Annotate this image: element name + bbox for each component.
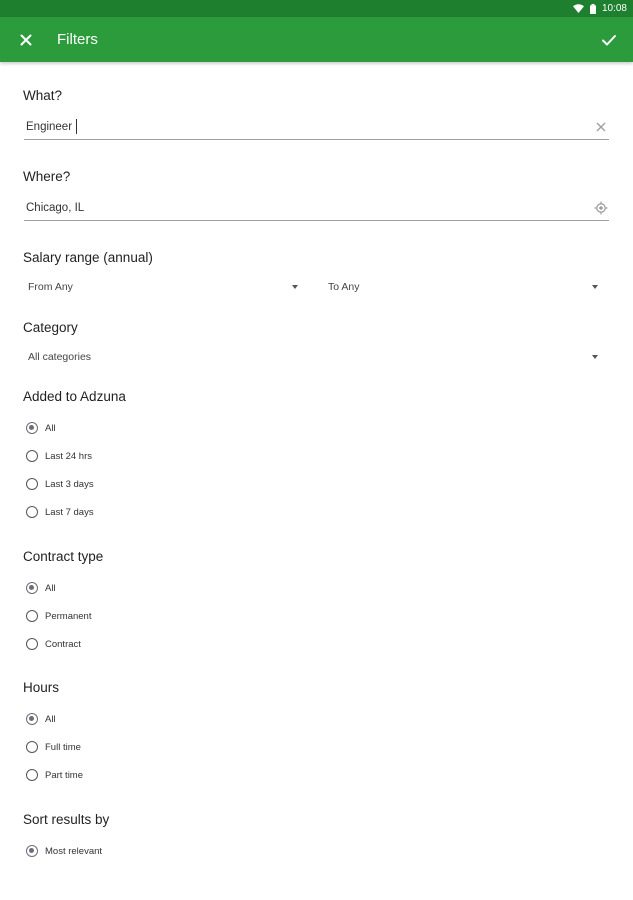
apply-filters-button[interactable]: [597, 28, 621, 52]
what-label: What?: [23, 88, 63, 103]
salary-to-value: To Any: [328, 281, 360, 293]
my-location-icon: [594, 201, 608, 215]
radio-unchecked[interactable]: [26, 478, 38, 490]
hours-option-all[interactable]: All: [26, 708, 56, 730]
my-location-button[interactable]: [594, 201, 608, 215]
contract-option-permanent[interactable]: Permanent: [26, 605, 91, 627]
added-label: Added to Adzuna: [23, 389, 126, 404]
page-title: Filters: [57, 31, 98, 48]
check-icon: [602, 35, 616, 46]
radio-label: Last 24 hrs: [45, 450, 92, 462]
radio-label: All: [45, 713, 56, 725]
clear-button[interactable]: [594, 120, 608, 134]
what-input[interactable]: [26, 117, 566, 137]
hours-option-full-time[interactable]: Full time: [26, 736, 81, 758]
radio-unchecked[interactable]: [26, 450, 38, 462]
battery-icon: [589, 3, 596, 14]
added-option-all[interactable]: All: [26, 417, 56, 439]
what-field[interactable]: [24, 117, 609, 140]
radio-label: Last 3 days: [45, 478, 94, 490]
wifi-icon: [572, 4, 584, 13]
clear-icon: [596, 122, 606, 132]
where-label: Where?: [23, 169, 71, 184]
salary-from-dropdown[interactable]: From Any: [23, 277, 308, 299]
added-option-24hrs[interactable]: Last 24 hrs: [26, 445, 92, 467]
where-field[interactable]: [24, 198, 609, 221]
text-cursor: [76, 119, 77, 134]
radio-checked[interactable]: [26, 422, 38, 434]
radio-unchecked[interactable]: [26, 638, 38, 650]
radio-label: Most relevant: [45, 845, 103, 857]
caret-down-icon: [592, 285, 598, 289]
radio-checked[interactable]: [26, 582, 38, 594]
contract-option-contract[interactable]: Contract: [26, 633, 81, 655]
radio-unchecked[interactable]: [26, 506, 38, 518]
sort-label: Sort results by: [23, 812, 110, 827]
where-input[interactable]: [26, 198, 566, 218]
radio-unchecked[interactable]: [26, 610, 38, 622]
caret-down-icon: [292, 285, 298, 289]
sort-option-most-relevant[interactable]: Most relevant: [26, 840, 102, 862]
radio-label: Permanent: [45, 610, 92, 622]
status-bar: 10:08: [0, 0, 633, 17]
salary-to-dropdown[interactable]: To Any: [323, 277, 608, 299]
contract-option-all[interactable]: All: [26, 577, 56, 599]
radio-checked[interactable]: [26, 713, 38, 725]
radio-label: Last 7 days: [45, 506, 94, 518]
category-label: Category: [23, 320, 78, 335]
category-dropdown[interactable]: All categories: [23, 347, 608, 369]
radio-label: Part time: [45, 769, 84, 781]
hours-option-part-time[interactable]: Part time: [26, 764, 83, 786]
salary-label: Salary range (annual): [23, 250, 153, 265]
category-value: All categories: [28, 351, 92, 363]
close-icon: [20, 34, 32, 46]
radio-unchecked[interactable]: [26, 769, 38, 781]
caret-down-icon: [592, 355, 598, 359]
status-time: 10:08: [601, 3, 627, 14]
added-option-7days[interactable]: Last 7 days: [26, 501, 94, 523]
radio-label: All: [45, 422, 56, 434]
radio-checked[interactable]: [26, 845, 38, 857]
app-bar: Filters: [0, 17, 633, 62]
salary-from-value: From Any: [28, 281, 73, 293]
radio-label: Full time: [45, 741, 81, 753]
close-button[interactable]: [14, 28, 38, 52]
hours-label: Hours: [23, 680, 60, 695]
added-option-3days[interactable]: Last 3 days: [26, 473, 94, 495]
contract-label: Contract type: [23, 549, 104, 564]
radio-unchecked[interactable]: [26, 741, 38, 753]
radio-label: Contract: [45, 638, 81, 650]
radio-label: All: [45, 582, 56, 594]
